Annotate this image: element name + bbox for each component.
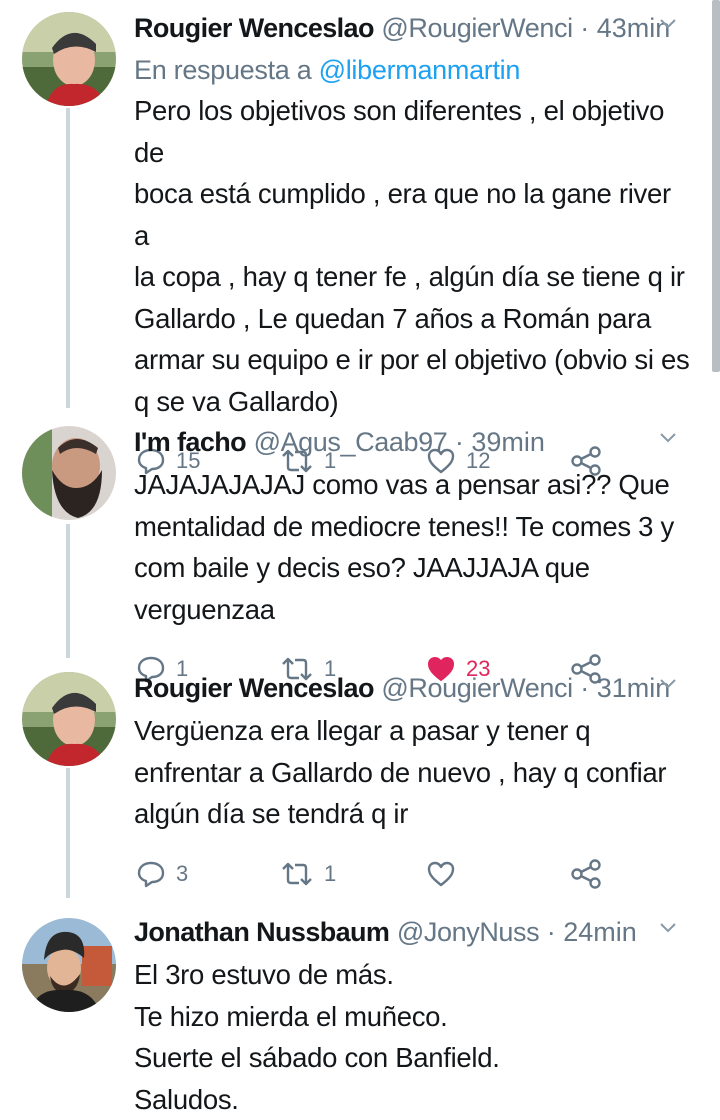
retweet-button[interactable]: 1 <box>280 849 336 899</box>
tweet-line: JAJAJAJAJAJ como vas a pensar asi?? Que <box>134 464 692 506</box>
avatar[interactable] <box>22 12 116 106</box>
user-handle[interactable]: @Agus_Caab97 <box>254 427 448 457</box>
separator-dot: · <box>547 917 556 947</box>
tweet-line: El 3ro estuvo de más. <box>134 954 692 996</box>
heart-icon <box>426 860 456 888</box>
tweet-header: Rougier Wenceslao @RougierWenci · 43min <box>134 6 692 50</box>
like-button[interactable] <box>426 849 466 899</box>
reply-button[interactable]: 3 <box>136 849 188 899</box>
tweet-line: armar su equipo e ir por el objetivo (ob… <box>134 339 692 381</box>
share-icon <box>570 859 602 889</box>
display-name[interactable]: Jonathan Nussbaum <box>134 917 389 947</box>
separator-dot: · <box>580 673 589 703</box>
tweet-line: q se va Gallardo) <box>134 381 692 423</box>
thread-line <box>66 524 70 658</box>
separator-dot: · <box>580 13 589 43</box>
chevron-down-icon[interactable] <box>658 428 678 448</box>
tweet-header: I'm facho @Agus_Caab97 · 39min <box>134 420 692 464</box>
tweet-line: com baile y decis eso? JAAJJAJA que verg… <box>134 547 692 630</box>
user-handle[interactable]: @RougierWenci <box>381 673 572 703</box>
tweet-line: Pero los objetivos son diferentes , el o… <box>134 90 692 173</box>
scrollbar-thumb[interactable] <box>712 0 720 372</box>
reply-to-link[interactable]: @libermanmartin <box>319 55 520 85</box>
avatar[interactable] <box>22 918 116 1012</box>
tweet-line: la copa , hay q tener fe , algún día se … <box>134 256 692 298</box>
tweet-text: Vergüenza era llegar a pasar y tener q e… <box>134 710 692 835</box>
avatar[interactable] <box>22 426 116 520</box>
tweet-line: Gallardo , Le quedan 7 años a Román para <box>134 298 692 340</box>
retweet-icon <box>280 861 314 887</box>
share-button[interactable] <box>570 849 602 899</box>
tweet-text: Pero los objetivos son diferentes , el o… <box>134 90 692 422</box>
tweet-header: Jonathan Nussbaum @JonyNuss · 24min <box>134 910 692 954</box>
reply-count: 3 <box>176 861 188 887</box>
tweet-line: Te hizo mierda el muñeco. <box>134 996 692 1038</box>
reply-context: En respuesta a @libermanmartin <box>134 50 692 90</box>
separator-dot: · <box>455 427 464 457</box>
avatar[interactable] <box>22 672 116 766</box>
display-name[interactable]: Rougier Wenceslao <box>134 13 374 43</box>
display-name[interactable]: I'm facho <box>134 427 246 457</box>
tweet-line: mentalidad de mediocre tenes!! Te comes … <box>134 506 692 548</box>
chevron-down-icon[interactable] <box>658 14 678 34</box>
tweet-line: algún día se tendrá q ir <box>134 793 692 835</box>
tweet-line: Vergüenza era llegar a pasar y tener q <box>134 710 692 752</box>
user-handle[interactable]: @RougierWenci <box>381 13 572 43</box>
user-handle[interactable]: @JonyNuss <box>397 917 539 947</box>
reply-prefix: En respuesta a <box>134 55 311 85</box>
retweet-count: 1 <box>324 861 336 887</box>
chevron-down-icon[interactable] <box>658 674 678 694</box>
tweet-line: enfrentar a Gallardo de nuevo , hay q co… <box>134 752 692 794</box>
timestamp[interactable]: 24min <box>563 917 637 947</box>
tweet-line: Suerte el sábado con Banfield. <box>134 1037 692 1079</box>
thread-line <box>66 108 70 408</box>
tweet-header: Rougier Wenceslao @RougierWenci · 31min <box>134 666 692 710</box>
chevron-down-icon[interactable] <box>658 918 678 938</box>
thread-line <box>66 768 70 898</box>
tweet-text: JAJAJAJAJAJ como vas a pensar asi?? Que … <box>134 464 692 630</box>
reply-icon <box>136 860 166 888</box>
tweet-text: El 3ro estuvo de más. Te hizo mierda el … <box>134 954 692 1120</box>
tweet-actions: 3 1 <box>134 849 692 899</box>
tweet-line: boca está cumplido , era que no la gane … <box>134 173 692 256</box>
display-name[interactable]: Rougier Wenceslao <box>134 673 374 703</box>
timestamp[interactable]: 39min <box>471 427 545 457</box>
